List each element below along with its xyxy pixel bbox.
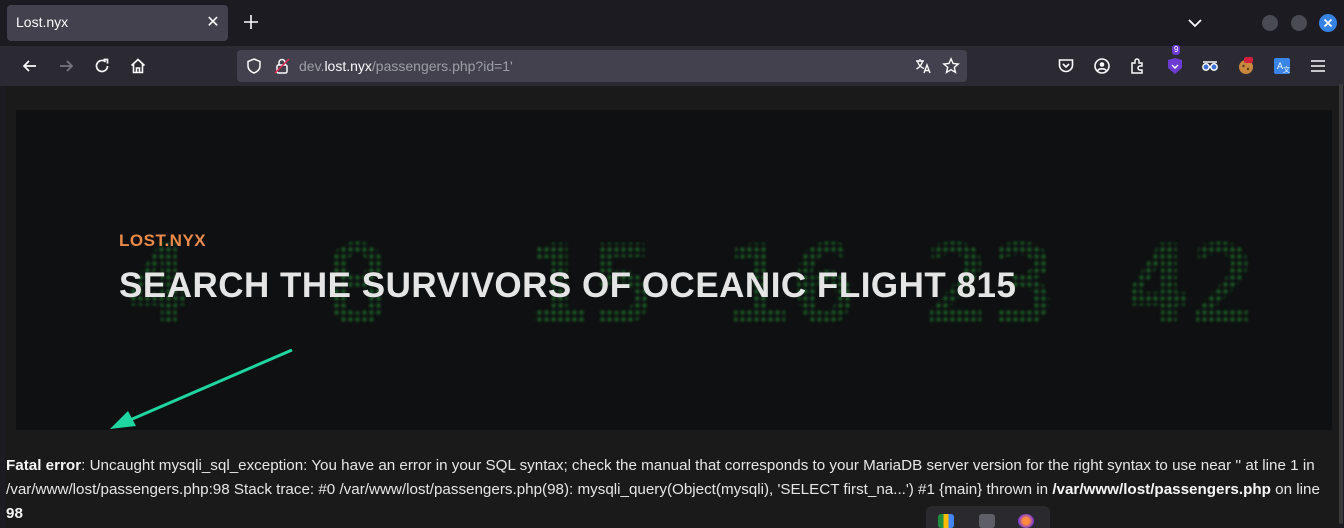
pocket-icon[interactable] (1056, 56, 1076, 76)
reload-icon[interactable] (92, 56, 112, 76)
lock-insecure-icon[interactable] (273, 57, 291, 75)
cookie-extension-icon[interactable] (1236, 56, 1256, 76)
spy-glasses-extension-icon[interactable] (1200, 56, 1220, 76)
purple-extension-icon[interactable] (1165, 56, 1185, 76)
hero-title: SEARCH THE SURVIVORS OF OCEANIC FLIGHT 8… (119, 266, 1017, 305)
home-icon[interactable] (128, 56, 148, 76)
bookmark-star-icon[interactable] (942, 57, 960, 75)
tab-title: Lost.nyx (16, 14, 69, 30)
svg-text:文: 文 (1283, 65, 1290, 74)
maximize-window-icon[interactable] (1291, 15, 1307, 31)
menu-icon[interactable] (1308, 56, 1328, 76)
tab-close-icon[interactable]: ✕ (206, 13, 220, 31)
close-window-icon[interactable] (1319, 14, 1337, 32)
address-bar[interactable]: dev.lost.nyx/passengers.php?id=1' (237, 50, 967, 82)
forward-icon[interactable] (56, 56, 76, 76)
php-fatal-error: Fatal error: Uncaught mysqli_sql_excepti… (6, 454, 1339, 526)
translate-extension-icon[interactable]: A 文 (1272, 56, 1292, 76)
tab-strip: Lost.nyx ✕ (0, 0, 1344, 46)
extension-badge: 9 (1172, 45, 1181, 55)
error-file: /var/www/lost/passengers.php (1052, 481, 1271, 498)
browser-tab[interactable]: Lost.nyx ✕ (7, 5, 228, 41)
error-on-line: on line (1270, 481, 1320, 498)
shield-icon[interactable] (245, 57, 263, 75)
scrollbar[interactable] (1339, 84, 1343, 524)
url-text[interactable]: dev.lost.nyx/passengers.php?id=1' (299, 58, 513, 74)
chevron-down-icon[interactable] (1185, 13, 1205, 33)
url-host: lost.nyx (324, 58, 372, 74)
error-label: Fatal error (6, 457, 82, 474)
navigation-bar: dev.lost.nyx/passengers.php?id=1' 9 A 文 (0, 45, 1344, 86)
error-line-number: 98 (6, 505, 23, 522)
url-prefix: dev. (299, 58, 325, 74)
extensions-icon[interactable] (1128, 56, 1148, 76)
site-label: LOST.NYX (119, 231, 207, 250)
back-icon[interactable] (20, 56, 40, 76)
google-drive-icon[interactable] (938, 514, 954, 528)
translate-icon[interactable] (914, 57, 932, 75)
taskbar-dock (926, 506, 1050, 528)
background-number: 42 (1124, 225, 1256, 335)
new-tab-icon[interactable] (240, 11, 262, 33)
minimize-window-icon[interactable] (1262, 15, 1278, 31)
url-path: /passengers.php?id=1' (371, 58, 513, 74)
account-icon[interactable] (1092, 56, 1112, 76)
calculator-icon[interactable] (979, 514, 995, 528)
hero-banner: 4 8 15 16 23 42 LOST.NYX SEARCH THE SURVIVORS… (16, 110, 1332, 430)
firefox-icon[interactable] (1018, 514, 1034, 528)
page-content: 4 8 15 16 23 42 LOST.NYX SEARCH THE SURVIVORS… (5, 86, 1339, 528)
